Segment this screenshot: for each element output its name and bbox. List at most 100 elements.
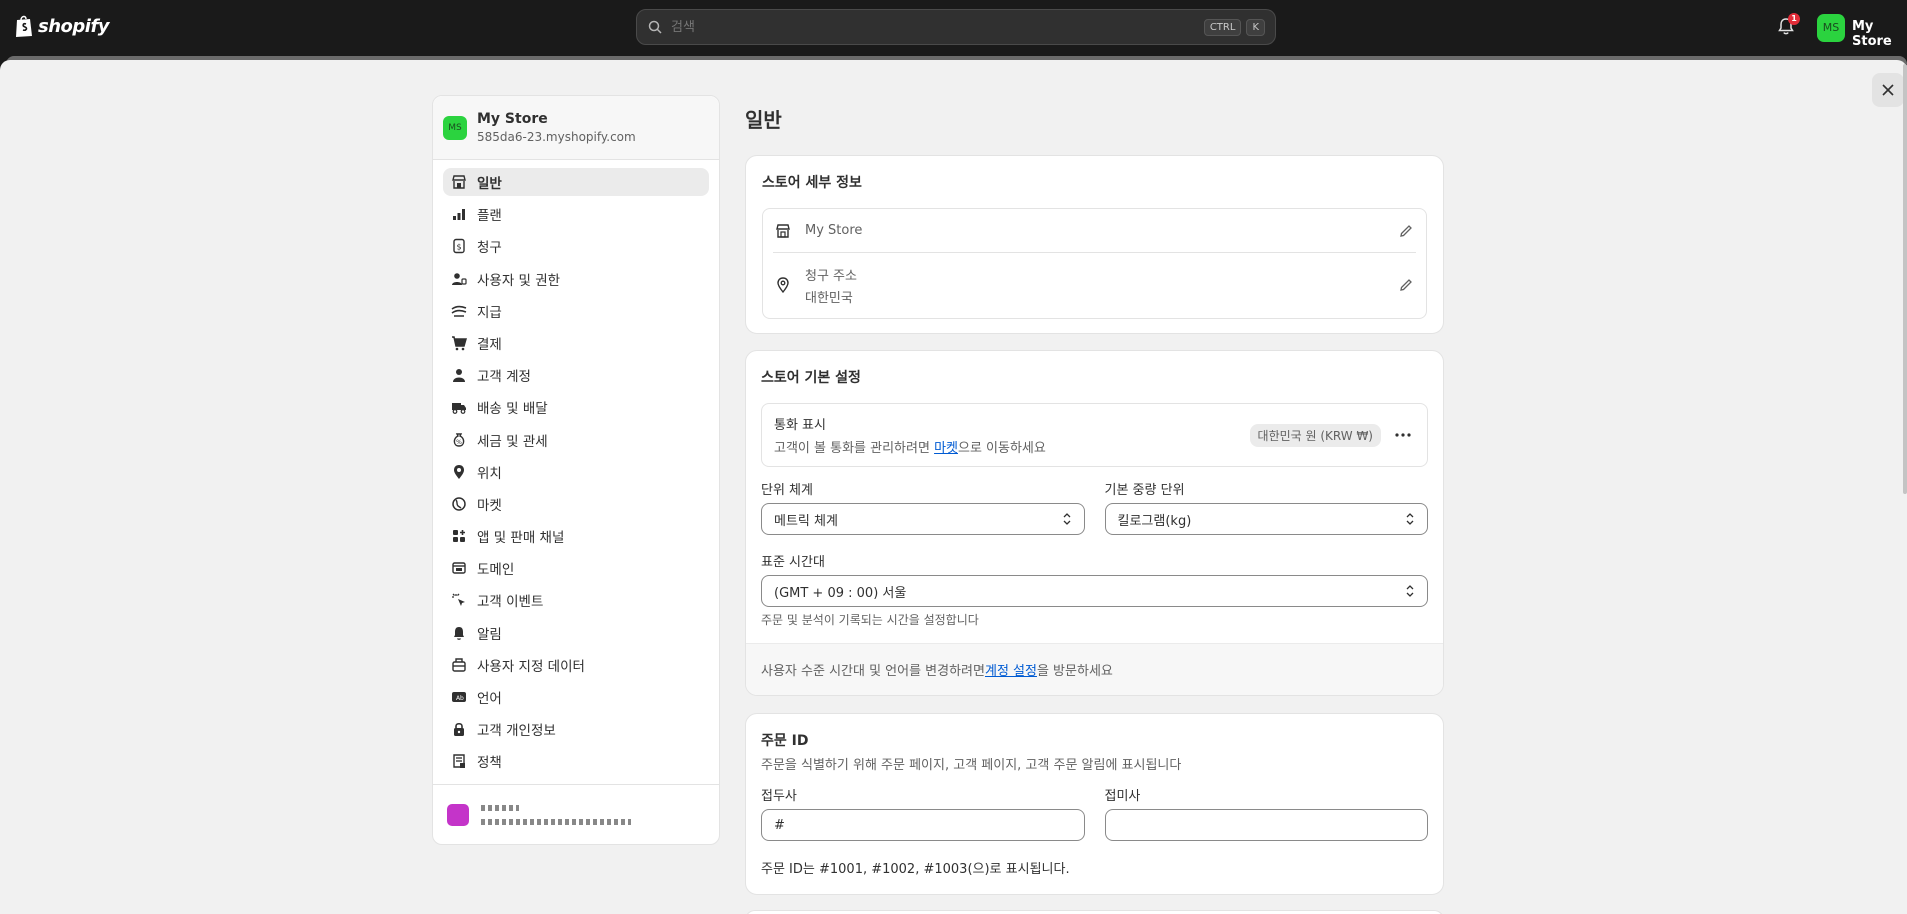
sidebar-item-policies[interactable]: 정책: [443, 747, 709, 775]
payments-icon: [451, 305, 467, 317]
sidebar-item-billing[interactable]: $ 청구: [443, 232, 709, 260]
location-icon: [777, 277, 789, 293]
footer-text-pre: 사용자 수준 시간대 및 언어를 변경하려면: [761, 664, 985, 679]
card-title: 주문 ID: [761, 733, 809, 749]
store-details-card: 스토어 세부 정보 My Store 청구 주소 대한민국: [745, 155, 1444, 334]
sidebar-item-apps[interactable]: 앱 및 판매 채널: [443, 522, 709, 550]
notification-badge: 1: [1788, 13, 1800, 25]
shopify-bag-icon: [16, 15, 32, 37]
sidebar-item-payments[interactable]: 지급: [443, 297, 709, 325]
sidebar-item-general[interactable]: 일반: [443, 168, 709, 196]
search-bar[interactable]: CTRL K: [636, 9, 1276, 45]
cart-icon: [452, 336, 467, 351]
users-icon: [452, 272, 467, 285]
sidebar-item-label: 정책: [477, 755, 502, 772]
sidebar-item-label: 고객 계정: [477, 369, 531, 386]
sidebar-item-checkout[interactable]: 결제: [443, 329, 709, 357]
bell-icon: [454, 626, 464, 640]
cursor-icon: [452, 593, 465, 607]
top-bar: shopify CTRL K 1 MS My Store: [0, 0, 1907, 56]
store-icon: [452, 175, 466, 189]
sidebar-item-customer-accounts[interactable]: 고객 계정: [443, 361, 709, 389]
sidebar-item-notifications[interactable]: 알림: [443, 619, 709, 647]
currency-badge: 대한민국 원 (KRW ₩): [1249, 423, 1381, 447]
lock-icon: [454, 723, 464, 737]
account-settings-footer: 사용자 수준 시간대 및 언어를 변경하려면 계정 설정 을 방문하세요: [746, 643, 1443, 695]
currency-desc-pre: 고객이 볼 통화를 관리하려면: [774, 441, 935, 456]
card-title: 스토어 세부 정보: [762, 175, 862, 191]
more-actions-button[interactable]: [1391, 423, 1415, 447]
search-input[interactable]: [671, 19, 1199, 35]
user-account-footer[interactable]: [433, 784, 719, 844]
sidebar-item-label: 세금 및 관세: [477, 433, 548, 450]
close-icon: [1882, 84, 1894, 96]
sidebar-item-customer-events[interactable]: 고객 이벤트: [443, 586, 709, 614]
edit-pencil-icon[interactable]: [1398, 277, 1414, 293]
edit-pencil-icon[interactable]: [1398, 223, 1414, 239]
plan-icon: [453, 209, 465, 221]
svg-text:b: b: [460, 695, 464, 702]
tax-icon: %: [453, 432, 465, 447]
sidebar-item-markets[interactable]: 마켓: [443, 490, 709, 518]
suffix-input[interactable]: [1104, 809, 1428, 841]
person-icon: [453, 369, 465, 383]
weight-unit-label: 기본 중량 단위: [1104, 483, 1185, 498]
database-icon: [452, 658, 466, 672]
prefix-label: 접두사: [761, 789, 797, 804]
kbd-ctrl: CTRL: [1203, 18, 1242, 36]
sidebar-item-domains[interactable]: 도메인: [443, 554, 709, 582]
page-title: 일반: [745, 108, 782, 132]
currency-label: 통화 표시: [774, 418, 826, 433]
search-icon: [648, 20, 662, 34]
scrollbar[interactable]: [1903, 64, 1907, 494]
store-avatar: MS: [443, 115, 467, 140]
sidebar-item-label: 플랜: [477, 208, 502, 225]
timezone-select[interactable]: (GMT + 09 : 00) 서울: [761, 575, 1428, 607]
domain-icon: [452, 562, 466, 574]
sidebar-item-taxes[interactable]: % 세금 및 관세: [443, 426, 709, 454]
sidebar-item-languages[interactable]: Ab 언어: [443, 683, 709, 711]
sidebar-item-customer-privacy[interactable]: 고객 개인정보: [443, 715, 709, 743]
sidebar-item-users[interactable]: 사용자 및 권한: [443, 265, 709, 293]
weight-unit-value: 킬로그램(kg): [1117, 513, 1192, 529]
markets-link[interactable]: 마켓: [934, 441, 958, 456]
billing-address-row[interactable]: 청구 주소 대한민국: [763, 253, 1426, 317]
avatar[interactable]: MS: [1817, 14, 1845, 42]
weight-unit-select[interactable]: 킬로그램(kg): [1104, 503, 1428, 535]
logo-text: shopify: [38, 15, 110, 37]
order-id-description: 주문을 식별하기 위해 주문 페이지, 고객 페이지, 고객 주문 알림에 표시…: [761, 758, 1182, 773]
sidebar-item-label: 일반: [477, 176, 502, 192]
prefix-input[interactable]: [761, 809, 1085, 841]
policy-icon: [453, 754, 465, 769]
sidebar-item-label: 고객 개인정보: [477, 723, 556, 740]
unit-system-select[interactable]: 메트릭 체계: [761, 503, 1085, 535]
store-url: 585da6-23.myshopify.com: [477, 130, 636, 144]
sidebar-item-label: 사용자 지정 데이터: [477, 658, 585, 675]
unit-system-label: 단위 체계: [761, 483, 813, 498]
currency-display-row: 통화 표시 고객이 볼 통화를 관리하려면 마켓으로 이동하세요 대한민국 원 …: [761, 403, 1428, 467]
shopify-logo[interactable]: shopify: [14, 14, 110, 38]
location-icon: [454, 464, 464, 479]
sidebar-item-custom-data[interactable]: 사용자 지정 데이터: [443, 651, 709, 679]
store-switcher[interactable]: MS My Store 585da6-23.myshopify.com: [433, 96, 719, 160]
redacted-user-email: [481, 818, 631, 825]
sidebar-item-label: 앱 및 판매 채널: [477, 530, 565, 547]
next-card-edge: [745, 910, 1444, 914]
sidebar-item-shipping[interactable]: 배송 및 배달: [443, 393, 709, 421]
sidebar-item-label: 도메인: [477, 562, 515, 579]
language-icon: Ab: [452, 692, 466, 702]
sidebar-item-label: 결제: [477, 336, 502, 353]
account-settings-link[interactable]: 계정 설정: [985, 660, 1037, 679]
globe-icon: [452, 497, 466, 511]
close-button[interactable]: [1872, 73, 1904, 107]
order-id-preview: 주문 ID는 #1001, #1002, #1003(으)로 표시됩니다.: [761, 862, 1070, 877]
sidebar-item-label: 배송 및 배달: [477, 401, 548, 418]
store-name: My Store: [477, 111, 548, 127]
sidebar-item-label: 위치: [477, 465, 502, 482]
store-name-value: My Store: [805, 223, 863, 238]
sidebar-item-label: 알림: [477, 626, 502, 643]
sidebar-item-locations[interactable]: 위치: [443, 458, 709, 486]
top-store-name[interactable]: My Store: [1852, 19, 1907, 49]
store-name-row[interactable]: My Store: [773, 209, 1416, 253]
sidebar-item-plan[interactable]: 플랜: [443, 200, 709, 228]
